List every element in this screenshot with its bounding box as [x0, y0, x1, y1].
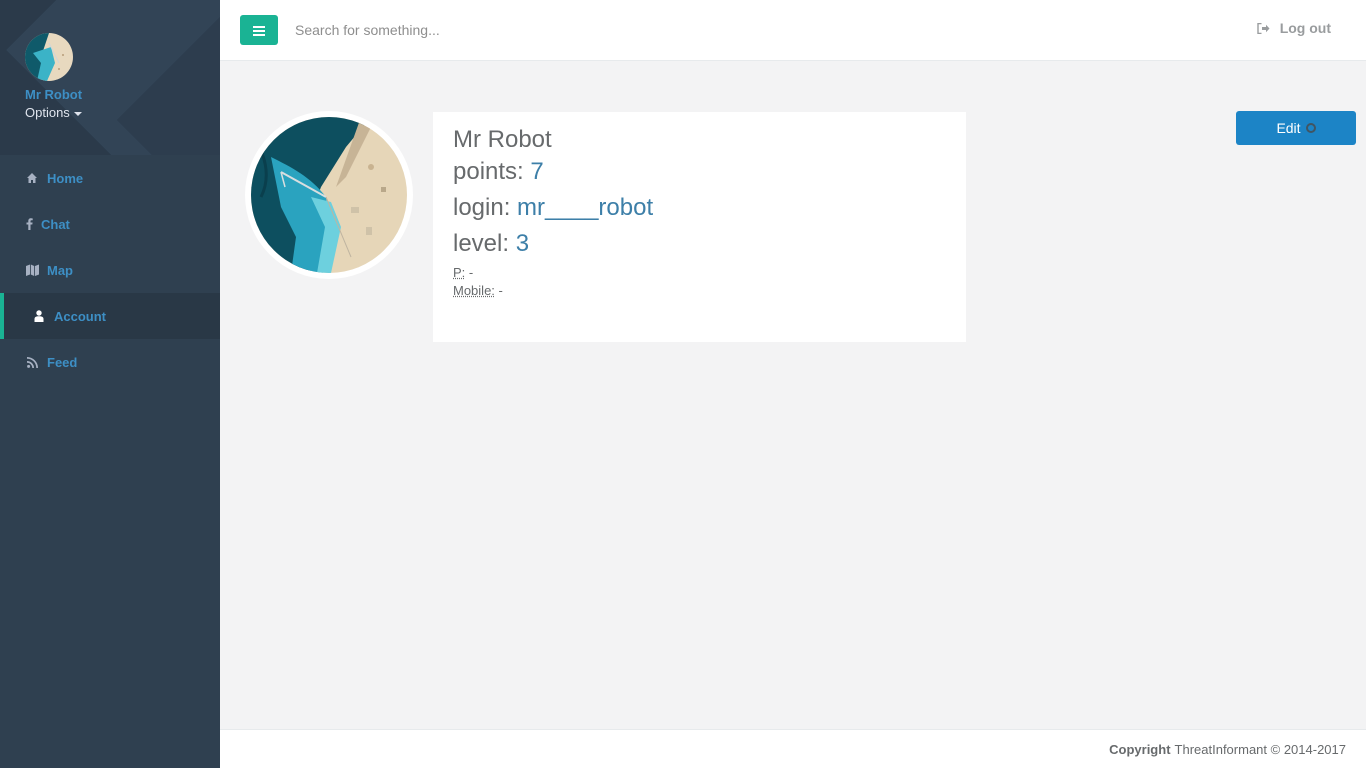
- logout-label: Log out: [1279, 20, 1331, 36]
- sign-out-icon: [1256, 22, 1270, 34]
- sidebar-item-label: Map: [47, 262, 73, 278]
- sidebar-item-label: Feed: [47, 354, 78, 370]
- profile-avatar-large: [245, 111, 413, 279]
- login-line: login: mr____robot: [453, 190, 946, 226]
- sidebar-item-label: Account: [54, 308, 106, 324]
- search-input[interactable]: [295, 18, 795, 42]
- sidebar-item-map[interactable]: Map: [0, 247, 220, 293]
- options-label: Options: [25, 105, 70, 120]
- level-line: level: 3: [453, 226, 946, 262]
- sidebar-item-feed[interactable]: Feed: [0, 339, 220, 385]
- logout-link[interactable]: Log out: [1256, 20, 1331, 36]
- hamburger-icon: [253, 21, 265, 40]
- mobile-line: Mobile: -: [453, 282, 946, 300]
- caret-down-icon: [73, 111, 82, 116]
- edit-button[interactable]: Edit: [1236, 111, 1356, 145]
- edit-label: Edit: [1276, 120, 1301, 136]
- mobile-label: Mobile:: [453, 283, 495, 298]
- footer: Copyright ThreatInformant © 2014-2017: [220, 729, 1366, 768]
- options-dropdown[interactable]: Options: [25, 105, 82, 120]
- profile-name[interactable]: Mr Robot: [25, 87, 82, 102]
- gear-icon: [1305, 123, 1316, 133]
- profile-fullname: Mr Robot: [453, 126, 552, 153]
- phone-value: -: [465, 265, 474, 280]
- sidebar-item-home[interactable]: Home: [0, 155, 220, 201]
- sidebar-item-label: Chat: [41, 216, 70, 232]
- level-label: level:: [453, 230, 516, 257]
- menu-toggle-button[interactable]: [240, 15, 278, 45]
- sidebar-item-chat[interactable]: Chat: [0, 201, 220, 247]
- rss-icon: [25, 355, 39, 369]
- login-label: login:: [453, 194, 518, 221]
- copyright-label: Copyright: [1109, 741, 1171, 757]
- user-icon: [32, 309, 46, 323]
- top-navbar: Log out: [220, 0, 1366, 61]
- points-label: points:: [453, 158, 531, 185]
- points-value: 7: [530, 158, 544, 185]
- login-value: mr____robot: [517, 194, 654, 221]
- profile-info-card: Mr Robot points: 7 login: mr____robot le…: [433, 112, 966, 342]
- profile-header: Mr Robot Options: [0, 0, 220, 155]
- sidebar-item-label: Home: [47, 170, 84, 186]
- points-line: points: 7: [453, 154, 946, 190]
- sidebar: Mr Robot Options Home Chat Map Account F…: [0, 0, 220, 768]
- phone-label: P:: [453, 265, 466, 280]
- home-icon: [25, 171, 39, 185]
- level-value: 3: [515, 230, 530, 257]
- copyright-text: ThreatInformant © 2014-2017: [1174, 741, 1346, 757]
- avatar[interactable]: [25, 33, 73, 81]
- mobile-value: -: [494, 283, 503, 298]
- phone-line: P: -: [453, 264, 946, 282]
- sidebar-item-account[interactable]: Account: [0, 293, 220, 339]
- map-icon: [25, 263, 39, 277]
- facebook-icon: [25, 217, 33, 231]
